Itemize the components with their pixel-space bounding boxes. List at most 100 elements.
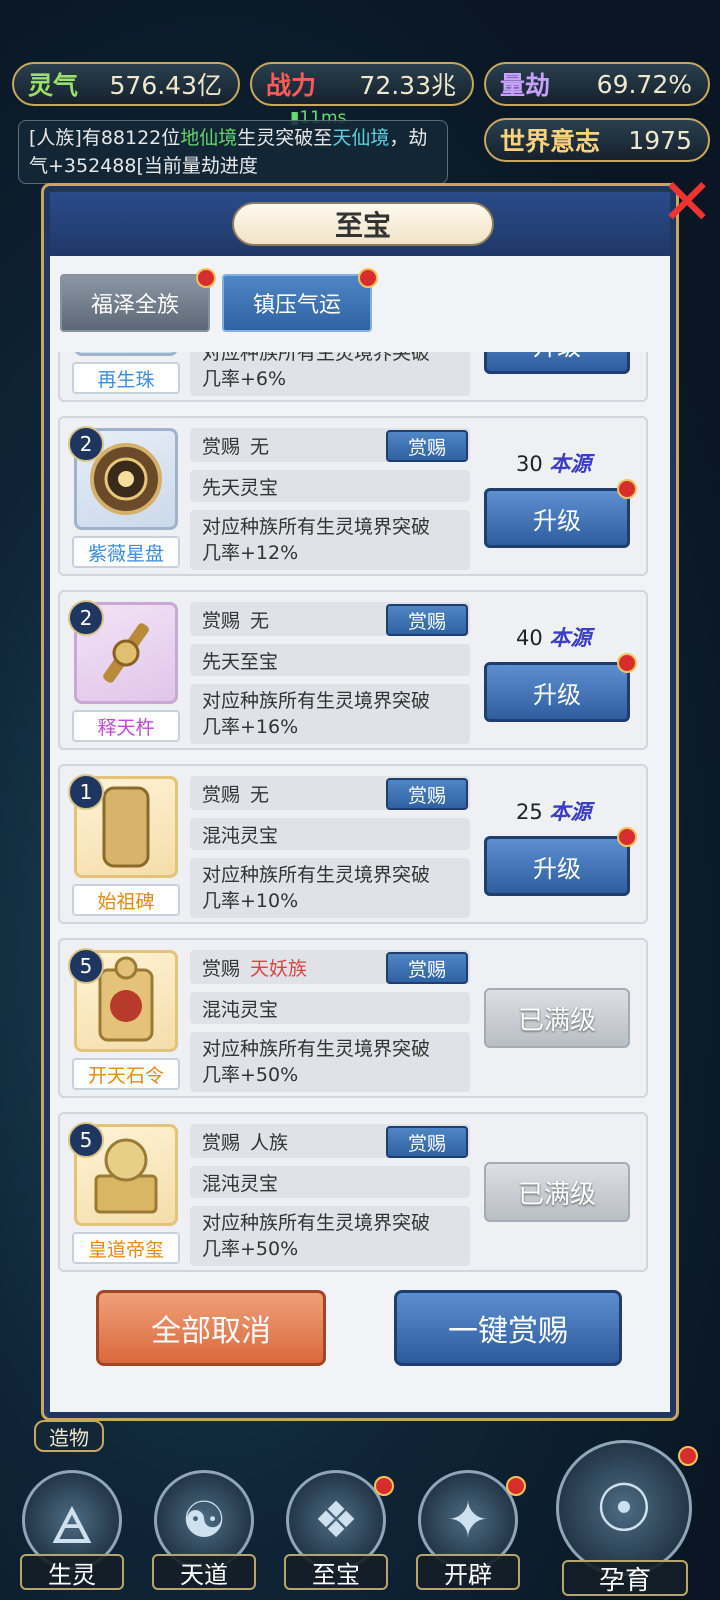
reward-value: 天妖族 [250,957,308,980]
reward-button[interactable]: 赏赐 [386,952,468,984]
cost-unit: 本源 [549,452,592,476]
reward-label: 赏赐 [202,957,241,980]
level-badge: 1 [68,774,104,810]
lingqi-label: 灵气 [28,71,79,100]
list-item: 再生珠 对应种族所有生灵境界突破 几率+6% 升级 [58,352,648,402]
item-desc-line1: 对应种族所有生灵境界突破 [202,1212,431,1234]
list-item: 5 开天石令 赏赐 天妖族 赏赐 混沌灵宝 对应种族所有生灵境界突破 几率+50… [58,938,648,1098]
upgrade-cost: 40 本源 [516,622,591,652]
level-badge: 2 [68,600,104,636]
notification-dot [196,268,216,288]
tab-zhenya-label: 镇压气运 [252,293,341,318]
notification-dot [358,268,378,288]
reward-button[interactable]: 赏赐 [386,430,468,462]
item-desc-line2: 几率+50% [202,1064,299,1086]
tab-fuze-quanzu[interactable]: 福泽全族 [60,268,216,332]
upgrade-label: 升级 [533,854,581,883]
item-desc: 对应种族所有生灵境界突破 几率+50% [190,1032,470,1092]
item-icon [74,352,178,356]
notification-dot [374,1476,394,1496]
list-item: 2 释天杵 赏赐 无 赏赐 先天至宝 对应种族所有生灵境界突破 几率+16% 4… [58,590,648,750]
nav-shengling-label: 生灵 [20,1554,124,1590]
item-desc: 对应种族所有生灵境界突破 几率+50% [190,1206,470,1266]
liangjie-value: 69.72% [596,69,692,99]
upgrade-button[interactable]: 升级 [484,479,637,548]
zhibao-modal: 至宝 ✕ 福泽全族 镇压气运 再生珠 对应种族所有生灵境界突破 几率+6% 升级… [44,170,714,1418]
reward-value: 无 [250,435,270,458]
max-level-button: 已满级 [484,1162,630,1222]
one-click-reward-button[interactable]: 一键赏赐 [394,1290,622,1366]
reward-value: 无 [250,609,270,632]
reward-value: 无 [250,783,270,806]
upgrade-label: 升级 [533,506,581,535]
max-level-button: 已满级 [484,988,630,1048]
upgrade-button[interactable]: 升级 [484,653,637,722]
list-item: 1 始祖碑 赏赐 无 赏赐 混沌灵宝 对应种族所有生灵境界突破 几率+10% 2… [58,764,648,924]
nav-shengling[interactable]: 🜁 生灵 [10,1470,134,1594]
zhanli-label: 战力 [266,71,317,100]
yunyu-icon: ☉ [556,1440,692,1576]
close-x-icon[interactable]: ✕ [654,170,720,236]
upgrade-button[interactable]: 升级 [484,827,637,896]
nav-kaipi[interactable]: ✦ 开辟 [406,1470,530,1594]
item-name: 开天石令 [72,1058,180,1090]
reward-label: 赏赐 [202,1131,241,1154]
news-mid: 生灵突破至 [237,127,333,149]
liangjie-stat[interactable]: 量劫 69.72% [484,62,710,106]
modal-title: 至宝 [232,202,494,246]
zaowu-button[interactable]: 造物 [34,1420,104,1452]
item-desc: 对应种族所有生灵境界突破 几率+12% [190,510,470,570]
lingqi-value: 576.43亿 [109,71,222,100]
item-desc-line2: 几率+16% [202,716,299,738]
item-name: 皇道帝玺 [72,1232,180,1264]
cost-unit: 本源 [549,800,592,824]
item-name: 始祖碑 [72,884,180,916]
news-ticker: [人族]有88122位地仙境生灵突破至天仙境，劫气+352488[当前量劫进度 [18,120,448,184]
cancel-all-button[interactable]: 全部取消 [96,1290,326,1366]
upgrade-cost: 30 本源 [516,448,591,478]
nav-kaipi-label: 开辟 [416,1554,520,1590]
item-name: 再生珠 [72,362,180,394]
notification-dot [678,1446,698,1466]
upgrade-label: 升级 [533,680,581,709]
nav-tiandao[interactable]: ☯ 天道 [142,1470,266,1594]
notification-dot [617,479,637,499]
treasure-list[interactable]: 再生珠 对应种族所有生灵境界突破 几率+6% 升级 2 紫薇星盘 赏赐 无 赏赐… [58,352,662,1272]
item-type: 先天灵宝 [190,470,470,502]
reward-button[interactable]: 赏赐 [386,604,468,636]
item-desc: 对应种族所有生灵境界突破 几率+16% [190,684,470,744]
item-desc: 对应种族所有生灵境界突破 几率+6% [190,352,470,396]
shijie-stat[interactable]: 世界意志 1975 [484,118,710,162]
item-desc: 对应种族所有生灵境界突破 几率+10% [190,858,470,918]
cost-unit: 本源 [549,626,592,650]
notification-dot [506,1476,526,1496]
item-type: 混沌灵宝 [190,1166,470,1198]
nav-zhibao[interactable]: ❖ 至宝 [274,1470,398,1594]
item-type: 先天至宝 [190,644,470,676]
reward-button[interactable]: 赏赐 [386,778,468,810]
reward-button[interactable]: 赏赐 [386,1126,468,1158]
nav-yunyu-label: 孕育 [562,1560,688,1596]
item-desc-line1: 对应种族所有生灵境界突破 [202,1038,431,1060]
item-desc-line1: 对应种族所有生灵境界突破 [202,864,431,886]
item-desc-line2: 几率+10% [202,890,299,912]
tab-zhenya-qiyun[interactable]: 镇压气运 [222,268,378,332]
nav-zhibao-label: 至宝 [284,1554,388,1590]
list-item: 2 紫薇星盘 赏赐 无 赏赐 先天灵宝 对应种族所有生灵境界突破 几率+12% … [58,416,648,576]
news-realm-to: 天仙境 [332,127,390,149]
news-realm-from: 地仙境 [180,127,238,149]
cost-value: 30 [516,452,543,476]
reward-label: 赏赐 [202,783,241,806]
item-desc-line1: 对应种族所有生灵境界突破 [202,690,431,712]
zhanli-stat: 战力 72.33兆 [250,62,474,106]
nav-tiandao-label: 天道 [152,1554,256,1590]
item-type: 混沌灵宝 [190,818,470,850]
level-badge: 2 [68,426,104,462]
item-type: 混沌灵宝 [190,992,470,1024]
upgrade-button[interactable]: 升级 [484,352,630,374]
cost-value: 40 [516,626,543,650]
lingqi-stat: 灵气 576.43亿 [12,62,240,106]
nav-yunyu[interactable]: ☉ 孕育 [544,1440,704,1600]
item-desc-line1: 对应种族所有生灵境界突破 [202,352,431,364]
zhanli-value: 72.33兆 [359,71,456,100]
